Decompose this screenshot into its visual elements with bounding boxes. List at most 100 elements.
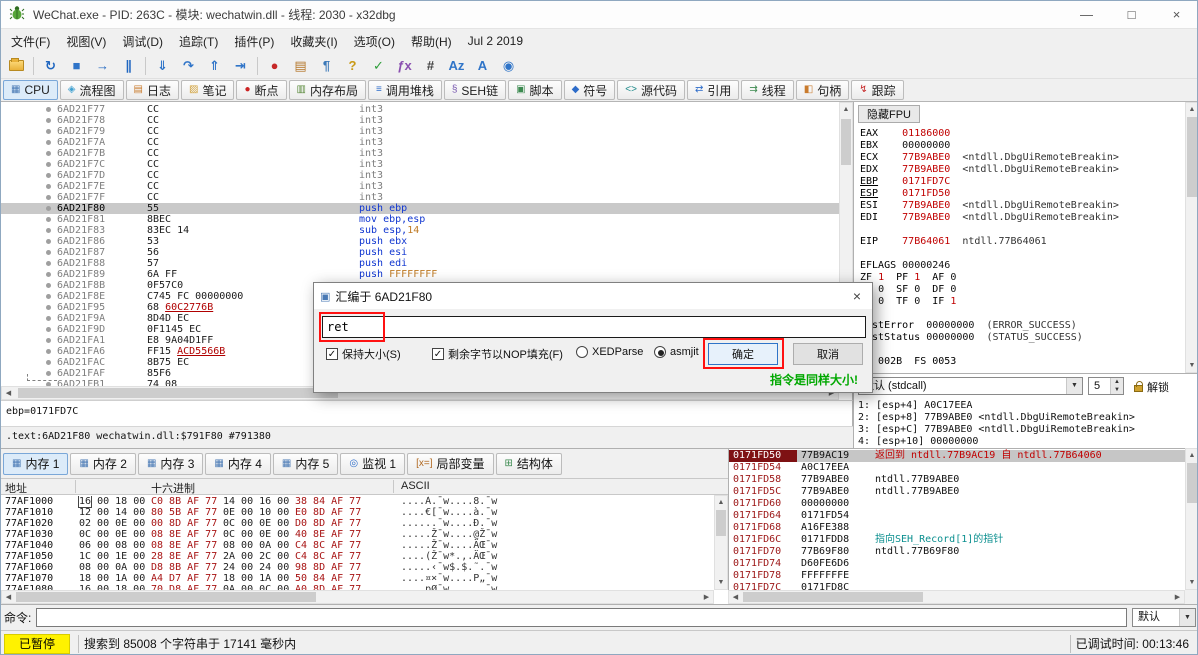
breakpoint-gutter[interactable] [1,302,57,313]
dump-row[interactable]: 77AF10300C 00 0E 0008 8E AF 770C 00 0E 0… [1,529,714,540]
calling-convention-combobox[interactable]: 默认 (stdcall) ▼ [858,377,1083,395]
breakpoint-gutter[interactable] [1,192,57,203]
stack-vertical-scrollbar[interactable]: ▲▼ [1185,448,1198,590]
breakpoint-gutter[interactable] [1,291,57,302]
tab-symbols[interactable]: ◆符号 [564,80,616,100]
checkbox-checked-icon[interactable] [326,348,338,360]
toolbar-step-out-button[interactable]: ⇑ [202,54,227,77]
radio-selected-icon[interactable] [654,346,666,358]
breakpoint-gutter[interactable] [1,203,57,214]
register-row[interactable]: EDX 77B9ABE0 <ntdll.DbgUiRemoteBreakin> [860,164,1184,176]
toolbar-strings-az-button[interactable]: Az [444,54,469,77]
tab-dump-4[interactable]: ▦内存 4 [205,453,270,475]
toolbar-run-button[interactable]: → [90,54,115,77]
register-row[interactable]: EBP 0171FD7C [860,176,1184,188]
disasm-row[interactable]: 6AD21F7ECCint3 [1,181,839,192]
breakpoint-gutter[interactable] [1,280,57,291]
dump-horizontal-scrollbar-thumb[interactable] [16,592,316,602]
dump-row[interactable]: 77AF10501C 00 1E 0028 8E AF 772A 00 2C 0… [1,551,714,562]
tab-memory-map[interactable]: ▥内存布局 [289,80,366,100]
register-row[interactable]: GS 002B FS 0053 [860,356,1184,368]
tab-graph[interactable]: ◈流程图 [60,80,124,100]
stack-vertical-scrollbar-thumb[interactable] [1187,463,1197,503]
breakpoint-gutter[interactable] [1,148,57,159]
register-row[interactable]: EFLAGS 00000246 [860,260,1184,272]
tab-watch-1[interactable]: ◎监视 1 [340,453,405,475]
window-minimize-button[interactable]: — [1064,1,1109,29]
menu-item-build-date[interactable]: Jul 2 2019 [460,31,531,51]
tab-log[interactable]: ▤日志 [126,80,179,100]
stack-row[interactable]: 0171FD78FFFFFFFE [729,570,1185,582]
tab-threads[interactable]: ⇉线程 [741,80,793,100]
register-row[interactable]: EIP 77B64061 ntdll.77B64061 [860,236,1184,248]
toolbar-restart-button[interactable]: ↻ [38,54,63,77]
disasm-row[interactable]: 6AD21F8653push ebx [1,236,839,247]
dump-row[interactable]: 77AF106008 00 0A 00D8 8B AF 7724 00 24 0… [1,562,714,573]
toolbar-step-over-button[interactable]: ↷ [176,54,201,77]
window-maximize-button[interactable]: □ [1109,1,1154,29]
tab-dump-3[interactable]: ▦内存 3 [138,453,203,475]
tab-locals[interactable]: [x=]局部变量 [407,453,493,475]
menu-item-view[interactable]: 视图(V) [58,30,114,53]
tab-trace[interactable]: ↯跟踪 [851,80,903,100]
toolbar-internet-button[interactable]: ◉ [496,54,521,77]
stack-row[interactable]: 0171FD5C77B9ABE0ntdll.77B9ABE0 [729,486,1185,498]
dialog-title-bar[interactable]: ▣ 汇编于 6AD21F80 × [314,283,872,309]
dump-vertical-scrollbar-thumb[interactable] [716,510,726,536]
breakpoint-gutter[interactable] [1,335,57,346]
disasm-row[interactable]: 6AD21F7DCCint3 [1,170,839,181]
toolbar-assemble-fx-button[interactable]: ƒx [392,54,417,77]
disasm-row[interactable]: 6AD21F78CCint3 [1,115,839,126]
stack-horizontal-scrollbar-right-arrow[interactable]: ▶ [1171,591,1184,603]
disasm-horizontal-scrollbar-left-arrow[interactable]: ◀ [2,387,15,399]
tab-dump-1[interactable]: ▦内存 1 [3,453,68,475]
spinner-down-icon[interactable]: ▼ [1111,386,1123,394]
breakpoint-gutter[interactable] [1,115,57,126]
dump-vertical-scrollbar-up-arrow[interactable]: ▲ [715,496,727,509]
asmjit-radio[interactable]: asmjit [654,346,699,358]
disasm-row[interactable]: 6AD21F7ACCint3 [1,137,839,148]
argument-row[interactable]: 2: [esp+8] 77B9ABE0 <ntdll.DbgUiRemoteBr… [858,412,1197,424]
dump-row[interactable]: 77AF107018 00 1A 00A4 D7 AF 7718 00 1A 0… [1,573,714,584]
disasm-row[interactable]: 6AD21F896A FFpush FFFFFFFF [1,269,839,280]
dump-horizontal-scrollbar-right-arrow[interactable]: ▶ [700,591,713,603]
breakpoint-gutter[interactable] [1,225,57,236]
breakpoint-gutter[interactable] [1,324,57,335]
disasm-row[interactable]: 6AD21F818BECmov ebp,esp [1,214,839,225]
register-row[interactable]: ECX 77B9ABE0 <ntdll.DbgUiRemoteBreakin> [860,152,1184,164]
stack-row[interactable]: 0171FD68A16FE388 [729,522,1185,534]
tab-handles[interactable]: ◧句柄 [796,80,849,100]
column-divider[interactable] [393,480,394,493]
menu-item-trace[interactable]: 追踪(T) [171,30,226,53]
dump-vertical-scrollbar[interactable]: ▲▼ [714,495,728,590]
tab-struct[interactable]: ⊞结构体 [496,453,562,475]
toolbar-log-button[interactable]: ▤ [288,54,313,77]
breakpoint-gutter[interactable] [1,313,57,324]
breakpoint-gutter[interactable] [1,126,57,137]
register-row[interactable]: OF 0 SF 0 DF 0 [860,284,1184,296]
window-close-button[interactable]: × [1154,1,1198,29]
stack-row[interactable]: 0171FD74D60FE6D6 [729,558,1185,570]
checkbox-checked-icon[interactable] [432,348,444,360]
register-row[interactable]: ZF 1 PF 1 AF 0 [860,272,1184,284]
toolbar-step-into-button[interactable]: ⇓ [150,54,175,77]
toolbar-hash-button[interactable]: # [418,54,443,77]
tab-source[interactable]: <>源代码 [617,80,685,100]
breakpoint-gutter[interactable] [1,104,57,115]
xedparse-radio[interactable]: XEDParse [576,346,643,358]
argument-row[interactable]: 1: [esp+4] A0C17EEA [858,400,1197,412]
stack-vertical-scrollbar-up-arrow[interactable]: ▲ [1186,449,1198,462]
dump-row[interactable]: 77AF104006 00 08 0008 8E AF 7708 00 0A 0… [1,540,714,551]
chevron-down-icon[interactable]: ▼ [1179,609,1195,626]
dump-horizontal-scrollbar-left-arrow[interactable]: ◀ [2,591,15,603]
dialog-close-icon[interactable]: × [842,288,872,304]
dump-selected-byte[interactable]: 16 [79,496,91,507]
stack-row[interactable]: 0171FD6C0171FDD8指向SEH_Record[1]的指针 [729,534,1185,546]
toolbar-run-to-selection-button[interactable]: ⇥ [228,54,253,77]
toolbar-text-search-button[interactable]: A [470,54,495,77]
disasm-vertical-scrollbar-up-arrow[interactable]: ▲ [840,103,852,116]
command-input[interactable] [36,608,1127,627]
registers-vertical-scrollbar[interactable]: ▲▼ [1185,102,1198,373]
stack-horizontal-scrollbar[interactable]: ◀▶ [728,590,1185,604]
disasm-row[interactable]: 6AD21F7CCCint3 [1,159,839,170]
